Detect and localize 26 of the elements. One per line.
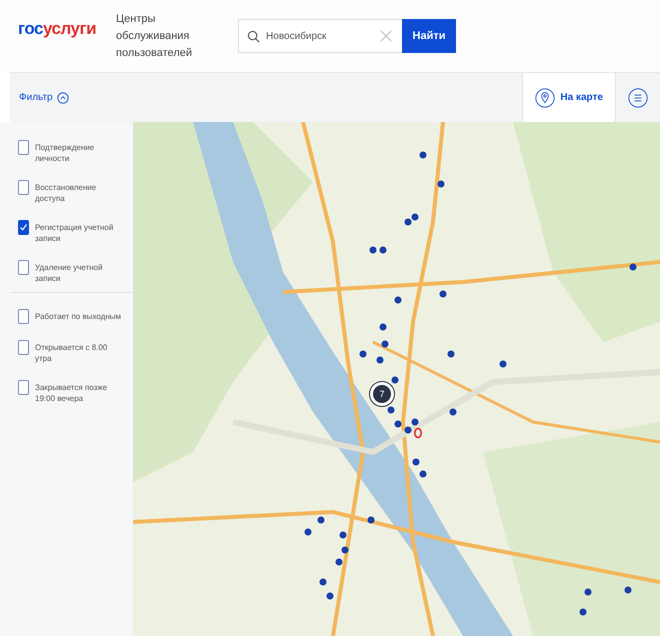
search-field[interactable]: Новосибирск (238, 19, 402, 53)
clear-icon[interactable] (380, 30, 392, 42)
check-icon (19, 223, 28, 232)
checkbox-label: Регистрация учетной записи (35, 222, 114, 244)
checkbox[interactable] (18, 309, 29, 324)
cluster-marker[interactable]: 7 (373, 385, 391, 403)
checkbox-label: Открывается с 8.00 утра (35, 342, 108, 364)
checkbox-label: Удаление учетной записи (35, 262, 104, 284)
list-icon (628, 88, 648, 108)
checkbox-label: Работает по выходным (35, 311, 121, 322)
checkbox[interactable] (18, 380, 29, 395)
search-button[interactable]: Найти (402, 19, 456, 53)
checkbox[interactable] (18, 220, 29, 235)
logo[interactable]: госуслуги (18, 18, 96, 40)
location-pin-icon (535, 88, 556, 108)
checkbox[interactable] (18, 180, 29, 195)
checkbox-label: Подтверждение личности (35, 142, 96, 164)
checkbox-label: Восстановление доступа (35, 182, 98, 204)
page-title: Центры обслуживания пользователей (116, 12, 193, 60)
checkbox-label: Закрывается позже 19:00 вечера (35, 382, 108, 404)
checkbox[interactable] (18, 260, 29, 275)
checkbox[interactable] (18, 340, 29, 355)
view-tab[interactable]: На карте (522, 73, 615, 122)
filter-toggle[interactable]: Фильтр (10, 73, 69, 122)
checkbox[interactable] (18, 140, 29, 155)
map-marker-icon[interactable] (414, 427, 422, 439)
